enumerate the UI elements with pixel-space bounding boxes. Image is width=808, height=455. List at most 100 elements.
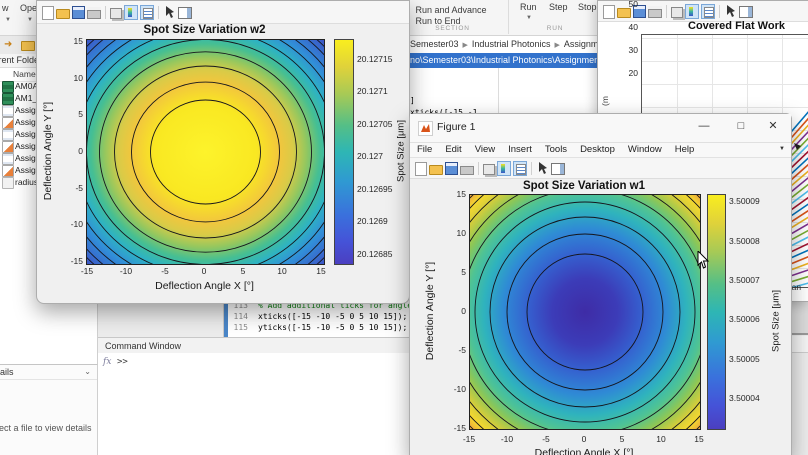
menu-view[interactable]: View [475, 143, 495, 157]
insert-legend-icon[interactable] [513, 160, 527, 176]
w1-colorbar-tick: 3.50004 [729, 393, 760, 403]
w1-colorbar-tick: 3.50009 [729, 196, 760, 206]
w1-colorbar-tick: 3.50006 [729, 314, 760, 324]
insert-colorbar-icon[interactable] [124, 4, 138, 20]
w2-ytick: -10 [70, 219, 83, 229]
details-header[interactable]: Details ⌄ [0, 365, 97, 380]
w1-colorbar-tick: 3.50005 [729, 354, 760, 364]
menu-tools[interactable]: Tools [545, 143, 567, 157]
details-message: Select a file to view details [0, 423, 92, 433]
print-figure-icon[interactable] [87, 10, 101, 19]
insert-legend-icon[interactable] [140, 4, 154, 20]
new-button[interactable]: w [2, 3, 9, 13]
toolbar-separator [666, 4, 667, 18]
breadcrumb-part[interactable]: Semester03 [410, 39, 459, 49]
run-group-label: RUN [546, 25, 564, 32]
collapse-chevron-icon[interactable]: ⌄ [84, 365, 91, 379]
print-figure-icon[interactable] [460, 166, 474, 175]
minimize-button[interactable]: — [691, 118, 717, 134]
w2-xtick: -5 [161, 266, 169, 276]
w2-colorbar-tick: 20.12695 [357, 184, 393, 194]
run-caret-icon[interactable]: ▼ [526, 15, 532, 21]
w1-xtick: 0 [581, 434, 587, 444]
w1-ytick: -5 [458, 345, 466, 355]
editor-code-line[interactable]: yticks([-15 -10 -5 0 5 10 15]); [258, 323, 407, 332]
w1-ytick: 0 [461, 306, 466, 316]
maximize-button[interactable]: □ [728, 118, 754, 134]
w2-ylabel: Deflection Angle Y [°] [42, 101, 54, 201]
forward-arrow-icon[interactable]: ➜ [4, 39, 12, 50]
small-cursor-artifact-icon [794, 143, 801, 150]
insert-legend-icon[interactable] [701, 3, 715, 19]
open-file-icon[interactable] [56, 9, 70, 19]
link-plot-icon[interactable] [671, 6, 683, 18]
editor-code-line[interactable]: xticks([-15 -10 -5 0 5 10 15]); [258, 312, 407, 321]
insert-colorbar-icon[interactable] [685, 3, 699, 19]
editor-line-number: 115 [233, 323, 248, 332]
breadcrumb-part[interactable]: Industrial Photonics [472, 39, 551, 49]
save-figure-icon[interactable] [445, 162, 458, 175]
w1-ytick: 10 [456, 228, 466, 238]
run-button[interactable]: Run [520, 2, 537, 12]
pointer-tool-icon[interactable] [724, 4, 737, 18]
new-figure-icon[interactable] [415, 161, 427, 176]
w2-colorbar[interactable] [334, 39, 354, 265]
menu-file[interactable]: File [417, 143, 432, 157]
w1-xtick: -10 [500, 434, 514, 444]
link-plot-icon[interactable] [110, 7, 122, 19]
insert-colorbar-icon[interactable] [497, 160, 511, 176]
stop-button[interactable]: Stop [578, 2, 597, 12]
open-file-icon[interactable] [429, 165, 443, 175]
menu-window[interactable]: Window [628, 143, 662, 157]
pointer-tool-icon[interactable] [163, 5, 176, 19]
w1-xtick: 10 [656, 434, 666, 444]
menu-insert[interactable]: Insert [508, 143, 532, 157]
w1-contour-plot[interactable] [469, 194, 701, 430]
w2-xtick: 15 [316, 266, 326, 276]
section-group-label: SECTION [435, 25, 470, 32]
step-button[interactable]: Step [549, 2, 568, 12]
pointer-tool-icon[interactable] [536, 161, 549, 175]
figure1-titlebar[interactable]: Figure 1 — □ ✕ [410, 114, 791, 143]
editor-section-bar [224, 300, 228, 337]
new-figure-icon[interactable] [42, 5, 54, 20]
w1-xtick: -5 [542, 434, 550, 444]
matlab-logo-icon [418, 121, 433, 136]
property-inspector-icon[interactable] [178, 7, 192, 19]
command-window-scrollbar[interactable] [790, 353, 808, 455]
browse-folder-icon[interactable] [21, 41, 35, 51]
figure1-window[interactable]: Figure 1 — □ ✕ File Edit View Insert Too… [409, 113, 792, 455]
menu-edit[interactable]: Edit [445, 143, 461, 157]
w2-colorbar-label: Spot Size [μm] [395, 120, 407, 182]
menu-help[interactable]: Help [675, 143, 695, 157]
screenshot-canvas: w ▼ Open ▼ Run and Advance Run to End SE… [0, 0, 808, 455]
w2-colorbar-tick: 20.12715 [357, 54, 393, 64]
command-prompt[interactable]: >> [117, 357, 128, 367]
toolbar-separator [719, 4, 720, 18]
figure1-toolbar [410, 158, 791, 179]
w1-xtick: 15 [694, 434, 704, 444]
w2-ytick: 0 [78, 146, 83, 156]
menu-desktop[interactable]: Desktop [580, 143, 615, 157]
toolbar-separator [105, 5, 106, 19]
w1-colorbar-label: Spot Size [μm] [770, 290, 782, 352]
w1-colorbar[interactable] [707, 194, 726, 430]
w2-xtick: -15 [80, 266, 94, 276]
covered-ytick: 20 [628, 68, 638, 78]
w1-xlabel: Deflection Angle X [°] [534, 447, 634, 455]
w1-ytick: -10 [453, 384, 466, 394]
menu-overflow-icon[interactable]: ▼ [779, 146, 785, 152]
w2-contour-plot[interactable] [86, 39, 325, 265]
property-inspector-icon[interactable] [739, 6, 753, 18]
breadcrumb-part[interactable]: Assignm [564, 39, 599, 49]
w2-xtick: 5 [240, 266, 246, 276]
w2-ytick: 10 [73, 73, 83, 83]
mouse-cursor-icon [697, 251, 710, 269]
link-plot-icon[interactable] [483, 163, 495, 175]
figure-w2-window[interactable]: Spot Size Variation w2 15 10 5 0 -5 -10 … [36, 0, 410, 304]
property-inspector-icon[interactable] [551, 163, 565, 175]
print-figure-icon[interactable] [648, 9, 662, 18]
save-figure-icon[interactable] [72, 6, 85, 19]
close-button[interactable]: ✕ [760, 118, 786, 134]
open-file-icon[interactable] [617, 8, 631, 18]
